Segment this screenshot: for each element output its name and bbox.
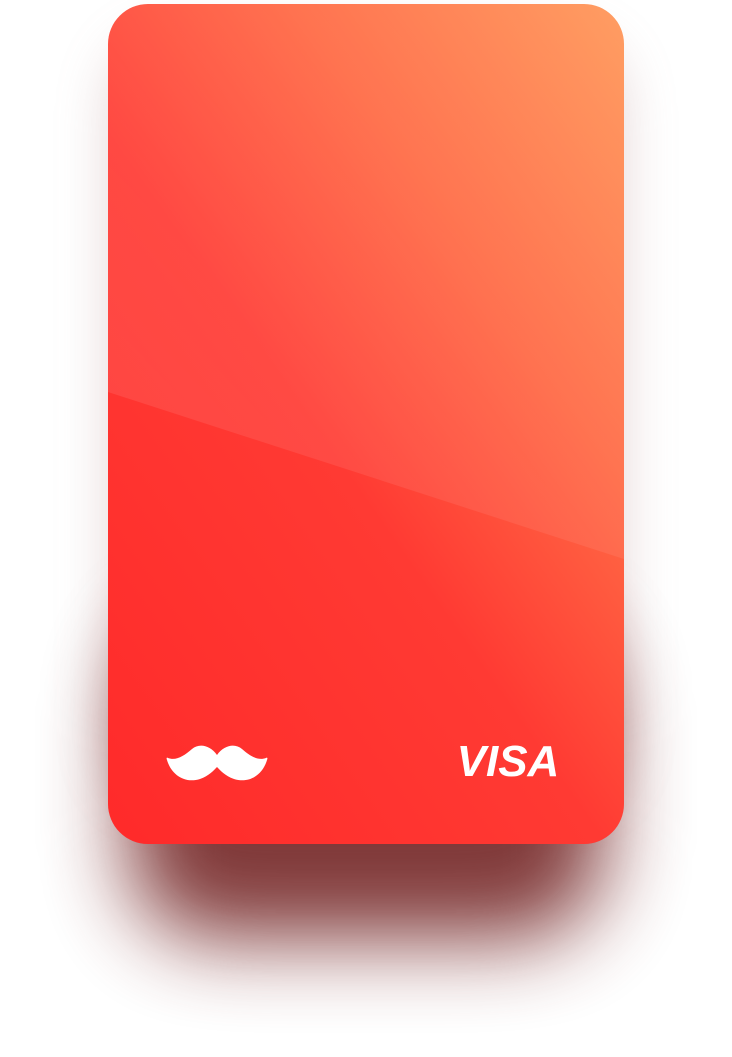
card-network-label: VISA — [457, 737, 560, 786]
payment-card[interactable]: VISA — [108, 4, 624, 844]
card-light-facet — [108, 4, 624, 559]
mustache-icon — [166, 745, 268, 781]
visa-logo: VISA — [457, 737, 560, 786]
